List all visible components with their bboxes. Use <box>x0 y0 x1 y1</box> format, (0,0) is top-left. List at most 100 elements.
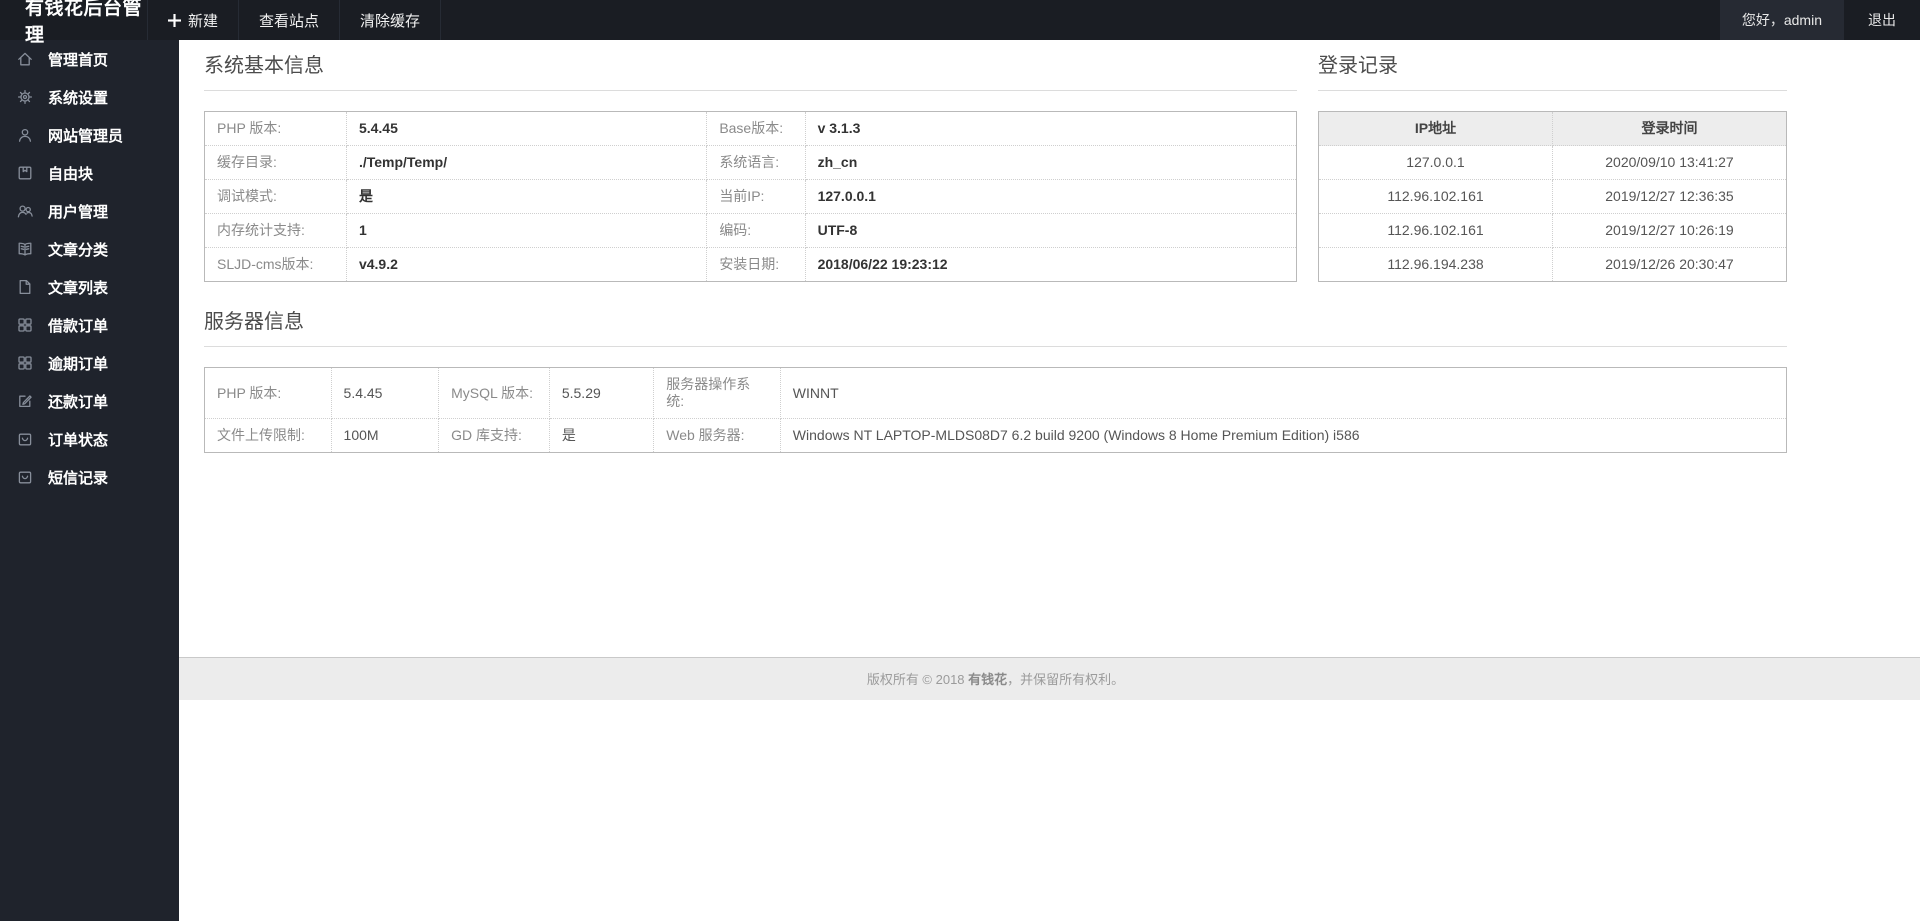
info-label: SLJD-cms版本: <box>204 247 347 282</box>
block-bookmark-icon <box>18 166 32 180</box>
info-label: 编码: <box>706 213 806 248</box>
info-value: 是 <box>548 418 655 453</box>
info-value: v 3.1.3 <box>804 111 1298 146</box>
info-label: 内存统计支持: <box>204 213 347 248</box>
bag-icon <box>18 471 32 484</box>
sidebar-item-label: 还款订单 <box>48 393 109 411</box>
sidebar-item-label: 用户管理 <box>48 203 109 221</box>
time-cell: 2019/12/27 12:36:35 <box>1552 179 1787 214</box>
copyright-text: 版权所有 © 2018 <box>866 672 969 687</box>
table-row: 内存统计支持: 1 编码: UTF-8 <box>204 213 1298 248</box>
sidebar-item-user-management[interactable]: 用户管理 <box>0 192 179 230</box>
column-header-ip: IP地址 <box>1318 111 1553 146</box>
info-value: 100M <box>330 418 440 453</box>
info-value: v4.9.2 <box>345 247 708 282</box>
sidebar-item-loan-orders[interactable]: 借款订单 <box>0 306 179 344</box>
topnav-item-view-site[interactable]: 查看站点 <box>239 0 341 40</box>
info-label: Base版本: <box>706 111 806 146</box>
open-book-icon <box>18 242 32 256</box>
topnav-item-new[interactable]: 新建 <box>148 0 240 40</box>
sidebar-item-label: 文章列表 <box>48 279 109 297</box>
table-row: 缓存目录: ./Temp/Temp/ 系统语言: zh_cn <box>204 145 1298 180</box>
column-header-time: 登录时间 <box>1552 111 1787 146</box>
topnav-item-clear-cache[interactable]: 清除缓存 <box>340 0 442 40</box>
info-label: 系统语言: <box>706 145 806 180</box>
topbar-right: 您好，admin 退出 <box>1719 0 1920 40</box>
server-info-table: PHP 版本: 5.4.45 MySQL 版本: 5.5.29 服务器操作系统:… <box>204 367 1788 453</box>
topnav-item-label: 新建 <box>188 12 219 30</box>
info-value: 2018/06/22 19:23:12 <box>804 247 1298 282</box>
info-value: 5.4.45 <box>345 111 708 146</box>
user-greeting: 您好，admin <box>1719 0 1844 40</box>
sidebar-item-system-settings[interactable]: 系统设置 <box>0 78 179 116</box>
info-value: ./Temp/Temp/ <box>345 145 708 180</box>
info-label: Web 服务器: <box>653 418 781 453</box>
edit-icon <box>19 395 32 408</box>
copyright-text: ，并保留所有权利。 <box>1007 672 1125 687</box>
info-label: 缓存目录: <box>204 145 347 180</box>
sidebar-item-order-status[interactable]: 订单状态 <box>0 420 179 458</box>
ip-cell: 112.96.194.238 <box>1318 247 1553 282</box>
table-row: 112.96.102.161 2019/12/27 10:26:19 <box>1318 213 1787 248</box>
info-label: PHP 版本: <box>204 111 347 146</box>
info-label: 文件上传限制: <box>204 418 332 453</box>
sidebar-item-repayment-orders[interactable]: 还款订单 <box>0 382 179 420</box>
table-row: 127.0.0.1 2020/09/10 13:41:27 <box>1318 145 1787 180</box>
sidebar-item-sms-records[interactable]: 短信记录 <box>0 458 179 496</box>
table-row: SLJD-cms版本: v4.9.2 安装日期: 2018/06/22 19:2… <box>204 247 1298 282</box>
gear-icon <box>17 89 33 105</box>
info-label: 服务器操作系统: <box>653 367 781 419</box>
info-label: 调试模式: <box>204 179 347 214</box>
sidebar-item-label: 借款订单 <box>48 317 109 335</box>
info-label: MySQL 版本: <box>438 367 550 419</box>
section-title-system-info: 系统基本信息 <box>204 48 1297 91</box>
sidebar-item-label: 短信记录 <box>48 469 109 487</box>
info-value: UTF-8 <box>804 213 1298 248</box>
section-title-server-info: 服务器信息 <box>204 304 1787 347</box>
ip-cell: 127.0.0.1 <box>1318 145 1553 180</box>
system-info-table: PHP 版本: 5.4.45 Base版本: v 3.1.3 缓存目录: ./T… <box>204 111 1298 282</box>
sidebar-item-label: 网站管理员 <box>48 127 124 145</box>
topbar: 有钱花后台管理 新建 查看站点 清除缓存 您好，admin 退出 <box>0 0 1920 46</box>
sidebar-item-label: 文章分类 <box>48 241 109 259</box>
content: 系统基本信息 PHP 版本: 5.4.45 Base版本: v 3.1.3 缓存… <box>179 36 1920 657</box>
info-label: 安装日期: <box>706 247 806 282</box>
info-value: Windows NT LAPTOP-MLDS08D7 6.2 build 920… <box>779 418 1788 453</box>
info-value: 5.5.29 <box>548 367 655 419</box>
user-icon <box>18 128 32 142</box>
file-icon <box>19 279 31 295</box>
server-info-section: 服务器信息 PHP 版本: 5.4.45 MySQL 版本: 5.5.29 服务… <box>204 304 1788 453</box>
table-row: 文件上传限制: 100M GD 库支持: 是 Web 服务器: Windows … <box>204 418 1788 453</box>
time-cell: 2019/12/27 10:26:19 <box>1552 213 1787 248</box>
sidebar-item-label: 自由块 <box>48 165 94 183</box>
sidebar-item-article-categories[interactable]: 文章分类 <box>0 230 179 268</box>
info-label: 当前IP: <box>706 179 806 214</box>
info-value: 是 <box>345 179 708 214</box>
info-label: PHP 版本: <box>204 367 332 419</box>
table-row: PHP 版本: 5.4.45 Base版本: v 3.1.3 <box>204 111 1298 146</box>
time-cell: 2019/12/26 20:30:47 <box>1552 247 1787 282</box>
main-area: 管理中心 系统基本信息 PHP 版本: 5.4.45 Base版本: v 3.1… <box>179 0 1920 700</box>
section-title-login-log: 登录记录 <box>1318 48 1787 91</box>
info-value: WINNT <box>779 367 1788 419</box>
info-value: 127.0.0.1 <box>804 179 1298 214</box>
logout-button[interactable]: 退出 <box>1844 0 1920 40</box>
home-icon <box>18 52 32 66</box>
sidebar-item-site-admins[interactable]: 网站管理员 <box>0 116 179 154</box>
topnav-item-label: 查看站点 <box>259 12 320 30</box>
grid-icon <box>18 356 32 370</box>
app-title: 有钱花后台管理 <box>0 0 148 46</box>
users-icon <box>17 205 33 218</box>
topnav-item-label: 清除缓存 <box>360 12 421 30</box>
login-log-section: 登录记录 IP地址 登录时间 127.0.0.1 2020/09/10 13:4… <box>1318 48 1787 282</box>
system-info-section: 系统基本信息 PHP 版本: 5.4.45 Base版本: v 3.1.3 缓存… <box>204 48 1298 282</box>
sidebar-item-free-blocks[interactable]: 自由块 <box>0 154 179 192</box>
sidebar-item-overdue-orders[interactable]: 逾期订单 <box>0 344 179 382</box>
sidebar-item-label: 系统设置 <box>48 89 109 107</box>
info-label: GD 库支持: <box>438 418 550 453</box>
bag-icon <box>18 433 32 446</box>
sidebar-item-article-list[interactable]: 文章列表 <box>0 268 179 306</box>
grid-icon <box>18 318 32 332</box>
ip-cell: 112.96.102.161 <box>1318 179 1553 214</box>
table-row: 112.96.102.161 2019/12/27 12:36:35 <box>1318 179 1787 214</box>
